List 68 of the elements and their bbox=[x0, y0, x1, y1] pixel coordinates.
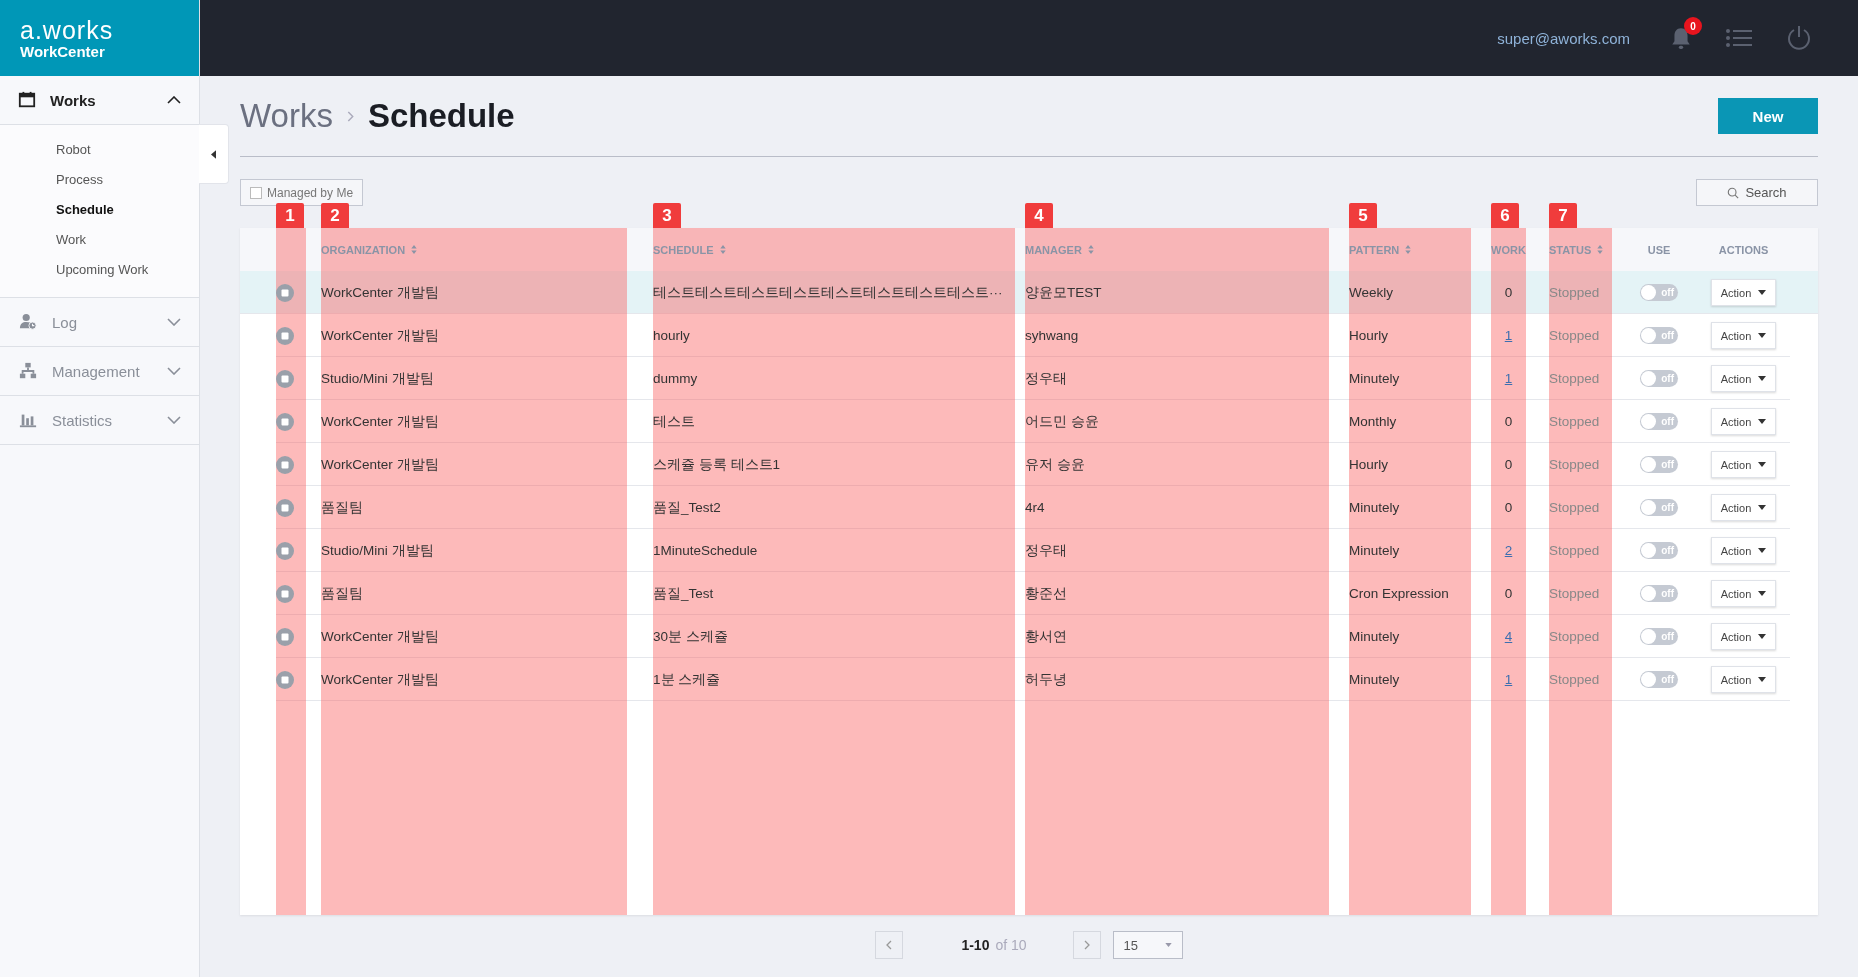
pattern-cell: Weekly bbox=[1349, 285, 1393, 300]
organization-cell: WorkCenter 개발팀 bbox=[321, 627, 439, 646]
schedule-cell: dummy bbox=[653, 371, 698, 386]
status-cell: Stopped bbox=[1549, 672, 1600, 687]
page-title: Schedule bbox=[367, 97, 515, 135]
manager-cell: 정우태 bbox=[1025, 541, 1067, 560]
pattern-cell: Minutely bbox=[1349, 543, 1400, 558]
status-cell: Stopped bbox=[1549, 328, 1600, 343]
organization-cell: 품질팀 bbox=[321, 584, 363, 603]
schedule-cell: 품질_Test2 bbox=[653, 498, 721, 517]
organization-cell: WorkCenter 개발팀 bbox=[321, 670, 439, 689]
organization-cell: Studio/Mini 개발팀 bbox=[321, 541, 434, 560]
pattern-cell: Monthly bbox=[1349, 414, 1397, 429]
pattern-cell: Minutely bbox=[1349, 629, 1400, 644]
schedule-cell: 1분 스케쥴 bbox=[653, 670, 721, 689]
schedule-cell: 스케쥴 등록 테스트1 bbox=[653, 455, 780, 474]
manager-cell: syhwang bbox=[1025, 328, 1079, 343]
work-count: 0 bbox=[1504, 285, 1513, 300]
annotation-marker: 7 bbox=[1549, 203, 1577, 228]
product-name: WorkCenter bbox=[20, 42, 106, 60]
pattern-cell: Minutely bbox=[1349, 371, 1400, 386]
annotation-marker: 4 bbox=[1025, 203, 1053, 228]
organization-cell: WorkCenter 개발팀 bbox=[321, 412, 439, 431]
work-count: 0 bbox=[1504, 586, 1513, 601]
manager-cell: 4r4 bbox=[1025, 500, 1045, 515]
organization-cell: WorkCenter 개발팀 bbox=[321, 455, 439, 474]
manager-cell: 정우태 bbox=[1025, 369, 1067, 388]
pattern-cell: Cron Expression bbox=[1349, 586, 1449, 601]
manager-cell: 유저 승윤 bbox=[1025, 455, 1085, 474]
schedule-cell: 품질_Test bbox=[653, 584, 714, 603]
pattern-cell: Hourly bbox=[1349, 328, 1388, 343]
pattern-cell: Minutely bbox=[1349, 500, 1400, 515]
organization-cell: 품질팀 bbox=[321, 498, 363, 517]
status-cell: Stopped bbox=[1549, 500, 1600, 515]
manager-cell: 황준선 bbox=[1025, 584, 1067, 603]
annotation-marker: 2 bbox=[321, 203, 349, 228]
work-count: 0 bbox=[1504, 500, 1513, 515]
annotation-marker: 5 bbox=[1349, 203, 1377, 228]
page-total: of 10 bbox=[995, 937, 1027, 953]
page-range: 1-10 bbox=[961, 937, 990, 953]
annotation-marker: 1 bbox=[276, 203, 304, 228]
work-count: 0 bbox=[1504, 414, 1513, 429]
status-cell: Stopped bbox=[1549, 629, 1600, 644]
status-cell: Stopped bbox=[1549, 586, 1600, 601]
schedule-cell: hourly bbox=[653, 328, 690, 343]
annotation-marker: 6 bbox=[1491, 203, 1519, 228]
logo: a.works bbox=[20, 16, 115, 43]
pattern-cell: Hourly bbox=[1349, 457, 1388, 472]
schedule-cell: 테스트 bbox=[653, 412, 695, 431]
notification-count: 0 bbox=[1684, 17, 1702, 35]
status-cell: Stopped bbox=[1549, 457, 1600, 472]
manager-cell: 황서연 bbox=[1025, 627, 1067, 646]
status-cell: Stopped bbox=[1549, 414, 1600, 429]
organization-cell: Studio/Mini 개발팀 bbox=[321, 369, 434, 388]
schedule-cell: 1MinuteSchedule bbox=[653, 543, 758, 558]
pattern-cell: Minutely bbox=[1349, 672, 1400, 687]
manager-cell: 어드민 승윤 bbox=[1025, 412, 1099, 431]
status-cell: Stopped bbox=[1549, 543, 1600, 558]
status-cell: Stopped bbox=[1549, 285, 1600, 300]
manager-cell: 허두녕 bbox=[1025, 670, 1067, 689]
work-count: 0 bbox=[1504, 457, 1513, 472]
organization-cell: WorkCenter 개발팀 bbox=[321, 326, 439, 345]
manager-cell: 양윤모TEST bbox=[1025, 283, 1102, 302]
organization-cell: WorkCenter 개발팀 bbox=[321, 283, 439, 302]
status-cell: Stopped bbox=[1549, 371, 1600, 386]
schedule-cell: 30분 스케쥴 bbox=[653, 627, 728, 646]
schedule-cell: 테스트테스트테스트테스트테스트테스트테스트테스트··· bbox=[653, 283, 1003, 302]
annotation-marker: 3 bbox=[653, 203, 681, 228]
